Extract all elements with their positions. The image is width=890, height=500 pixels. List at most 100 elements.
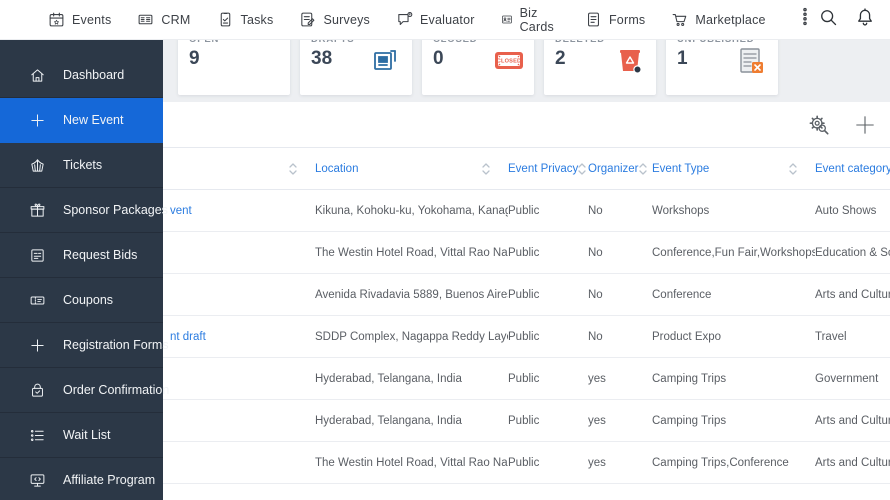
type-cell: Conference,Fun Fair,Workshops [652,246,815,259]
sort-icon[interactable] [578,162,586,176]
sidebar: Dashboard New Event Tickets Sponsor Pack… [0,40,169,500]
column-header-location[interactable]: Location [315,162,508,176]
nav-item-label: Tasks [240,12,274,27]
organizer-cell: yes [588,372,606,385]
privacy-cell: Public [508,456,540,469]
category-cell: Government [815,372,879,385]
sidebar-item-wait-list[interactable]: Wait List [0,413,163,458]
bag-check-icon [29,382,46,399]
sidebar-item-label: Sponsor Packages [63,203,168,217]
home-icon [29,67,46,84]
column-settings-icon[interactable] [808,114,830,141]
sort-icon[interactable] [482,162,490,176]
app-window: OPEN 9 DRAFTS 38 CLOSED [0,0,890,500]
nav-item-label: Evaluator [420,12,475,27]
calendar-icon [49,12,64,27]
stat-value: 9 [189,48,200,69]
nav-item-tasks[interactable]: Tasks [217,11,274,28]
sort-icon[interactable] [289,162,297,176]
plus-icon [29,337,46,354]
category-cell: Arts and Cultural [815,288,890,301]
nav-item-forms[interactable]: Forms [585,11,645,28]
nav-item-label: Marketplace [695,12,766,27]
nav-item-surveys[interactable]: Surveys [299,11,370,28]
events-table: Location Event Privacy Organizer Event T… [163,147,890,484]
location-cell: Kikuna, Kohoku-ku, Yokohama, Kanaga... [315,204,508,217]
type-cell: Camping Trips,Conference [652,456,789,469]
sort-icon[interactable] [789,162,797,176]
type-cell: Workshops [652,204,710,217]
location-cell: Hyderabad, Telangana, India [315,414,462,427]
privacy-cell: Public [508,246,540,259]
sidebar-item-label: Affiliate Program [63,473,156,487]
main-content: OPEN 9 DRAFTS 38 CLOSED [163,28,890,500]
location-cell: Hyderabad, Telangana, India [315,372,462,385]
search-icon[interactable] [818,7,838,32]
privacy-cell: Public [508,372,540,385]
column-header-privacy[interactable]: Event Privacy [508,162,588,176]
survey-edit-icon [301,12,315,27]
nav-item-marketplace[interactable]: Marketplace [671,11,765,28]
table-row: vent Kikuna, Kohoku-ku, Yokohama, Kanaga… [163,190,890,232]
sidebar-item-label: Wait List [63,428,111,442]
more-apps-kebab-icon[interactable] [792,6,818,33]
sidebar-item-label: New Event [63,113,124,127]
nav-item-crm[interactable]: CRM [137,11,190,28]
nav-item-label: Forms [608,12,646,27]
table-row: The Westin Hotel Road, Vittal Rao Naga..… [163,442,890,484]
type-cell: Product Expo [652,330,722,343]
sidebar-item-dashboard[interactable]: Dashboard [0,53,163,98]
privacy-cell: Public [508,288,540,301]
form-document-icon [587,12,599,27]
list-icon [29,427,46,444]
notifications-bell-icon[interactable] [855,7,875,32]
sidebar-item-order-confirmation[interactable]: Order Confirmation [0,368,169,413]
crm-icon [139,14,153,25]
evaluator-bubble-icon [398,12,413,25]
privacy-cell: Public [508,330,540,343]
sidebar-item-label: Order Confirmation [63,383,170,397]
sidebar-item-sponsor-packages[interactable]: Sponsor Packages [0,188,168,233]
nav-item-label: Surveys [323,12,371,27]
sidebar-item-registration-forms[interactable]: Registration Forms [0,323,169,368]
type-cell: Conference [652,288,712,301]
top-navigation: Events CRM Tasks Surveys Evaluator Biz C… [0,0,890,40]
category-cell: Travel [815,330,847,343]
unpublished-document-icon [737,45,767,77]
column-header-category[interactable]: Event category [815,163,890,175]
type-cell: Camping Trips [652,372,727,385]
add-event-icon[interactable] [854,114,876,141]
sidebar-item-coupons[interactable]: Coupons [0,278,163,323]
nav-item-events[interactable]: Events [48,11,111,28]
location-cell: The Westin Hotel Road, Vittal Rao Naga..… [315,246,508,259]
svg-text:CLOSED: CLOSED [497,59,522,65]
category-cell: Arts and Cultural, A [815,456,890,469]
column-header-type[interactable]: Event Type [652,162,815,176]
sort-icon[interactable] [638,162,647,176]
event-name-link[interactable]: nt draft [170,331,315,343]
table-row: Hyderabad, Telangana, India Public yes C… [163,400,890,442]
privacy-cell: Public [508,204,540,217]
clipboard-check-icon [220,12,230,27]
sidebar-item-affiliate-program[interactable]: Affiliate Program [0,458,163,500]
table-header-row: Location Event Privacy Organizer Event T… [163,147,890,190]
monitor-code-icon [29,472,46,489]
nav-item-evaluator[interactable]: Evaluator [396,11,475,28]
sidebar-item-new-event[interactable]: New Event [0,98,163,143]
type-cell: Camping Trips [652,414,727,427]
sidebar-item-request-bids[interactable]: Request Bids [0,233,163,278]
column-header-name[interactable] [170,162,315,176]
sidebar-item-label: Registration Forms [63,338,169,352]
nav-item-label: Events [72,12,112,27]
table-toolbar [808,114,876,141]
column-header-organizer[interactable]: Organizer [588,162,652,176]
sidebar-item-tickets[interactable]: Tickets [0,143,163,188]
nav-actions [818,6,890,33]
event-name-link[interactable]: vent [170,205,315,217]
bid-document-icon [29,247,46,264]
trash-recycle-icon [615,45,645,77]
organizer-cell: No [588,330,603,343]
location-cell: SDDP Complex, Nagappa Reddy Layout,... [315,330,508,343]
nav-item-biz-cards[interactable]: Biz Cards [501,6,559,34]
category-cell: Auto Shows [815,204,877,217]
